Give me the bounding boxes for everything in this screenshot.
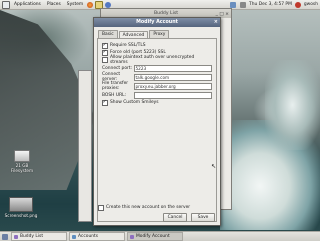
file-transfer-proxies-row: File transfer proxies: proxy.eu.jabber.o… xyxy=(102,81,212,91)
bosh-url-row: BOSH URL: xyxy=(102,91,212,99)
task-label: Accounts xyxy=(78,234,99,239)
modify-account-icon xyxy=(130,234,134,239)
image-thumbnail-icon xyxy=(9,197,33,212)
dialog-title: Modify Account xyxy=(136,20,178,25)
volume-icon[interactable] xyxy=(240,1,247,8)
connect-port-field[interactable]: 5223 xyxy=(133,64,212,72)
power-icon[interactable] xyxy=(294,1,301,8)
bosh-url-label: BOSH URL: xyxy=(102,92,127,98)
cancel-button[interactable]: Cancel xyxy=(163,213,187,222)
accounts-window-edge[interactable] xyxy=(78,70,92,222)
allow-plaintext-label: Allow plaintext auth over unencrypted st… xyxy=(109,54,195,65)
advanced-tab-panel: Require SSL/TLS Force old (port 5223) SS… xyxy=(97,38,217,222)
network-icon[interactable] xyxy=(230,1,237,8)
wallpaper-wave-spray xyxy=(265,60,320,150)
tab-bar: Basic Advanced Proxy xyxy=(98,30,220,39)
gnome-foot-icon[interactable] xyxy=(2,0,10,9)
show-smileys-label: Show Custom Smileys xyxy=(110,100,159,105)
drive-icon xyxy=(14,150,30,162)
accounts-icon xyxy=(72,234,76,239)
show-smileys-option[interactable]: Show Custom Smileys xyxy=(102,99,212,106)
dialog-buttons: Cancel Save xyxy=(163,213,215,222)
task-label: Buddy List xyxy=(20,234,44,239)
close-icon[interactable]: × xyxy=(214,18,218,27)
menu-system[interactable]: System xyxy=(64,0,86,9)
connect-port-label: Connect port: xyxy=(102,65,133,71)
firefox-launcher-icon[interactable] xyxy=(87,1,94,8)
tab-proxy[interactable]: Proxy xyxy=(149,30,170,38)
desktop-icon-label: Screenshot.png xyxy=(4,213,38,218)
connect-server-row: Connect server: talk.google.com xyxy=(102,72,212,82)
show-desktop-icon[interactable] xyxy=(2,233,8,240)
pidgin-icon xyxy=(14,234,18,239)
allow-plaintext-checkbox[interactable] xyxy=(102,56,108,63)
connect-port-row: Connect port: 5223 xyxy=(102,64,212,72)
dialog-titlebar[interactable]: Modify Account × xyxy=(94,18,220,27)
file-transfer-proxies-label: File transfer proxies: xyxy=(102,81,129,91)
mouse-pointer-icon: ↖ xyxy=(211,163,217,170)
menu-applications[interactable]: Applications xyxy=(11,0,44,9)
save-button[interactable]: Save xyxy=(191,213,215,222)
require-ssl-label: Require SSL/TLS xyxy=(110,43,146,48)
task-label: Modify Account xyxy=(136,234,170,239)
connect-server-field[interactable]: talk.google.com xyxy=(133,73,212,81)
desktop-icon-filesystem[interactable]: 21 GB Filesystem xyxy=(5,150,39,173)
tab-basic[interactable]: Basic xyxy=(98,30,118,38)
help-launcher-icon[interactable] xyxy=(105,1,112,8)
allow-plaintext-option[interactable]: Allow plaintext auth over unencrypted st… xyxy=(102,54,212,65)
create-account-label: Create this new account on the server xyxy=(106,205,191,210)
clock[interactable]: Thu Dec 3, 4:57 PM xyxy=(249,2,292,7)
desktop-icon-label: 21 GB Filesystem xyxy=(10,163,34,173)
buddy-list-title: Buddy List xyxy=(153,11,179,16)
create-account-option[interactable]: Create this new account on the server xyxy=(98,204,190,211)
desktop-icon-screenshot[interactable]: Screenshot.png xyxy=(2,197,40,218)
file-transfer-proxies-field[interactable]: proxy.eu.jabber.org xyxy=(133,82,212,90)
create-account-checkbox[interactable] xyxy=(98,204,104,211)
system-tray: Thu Dec 3, 4:57 PM gwosh xyxy=(229,0,318,9)
user-name[interactable]: gwosh xyxy=(304,2,318,7)
bosh-url-field[interactable] xyxy=(133,91,212,99)
require-ssl-option[interactable]: Require SSL/TLS xyxy=(102,42,212,49)
modify-account-dialog: Modify Account × Basic Advanced Proxy Re… xyxy=(93,17,221,226)
show-smileys-checkbox[interactable] xyxy=(102,99,108,106)
force-old-ssl-checkbox[interactable] xyxy=(102,49,108,56)
menu-places[interactable]: Places xyxy=(44,0,64,9)
